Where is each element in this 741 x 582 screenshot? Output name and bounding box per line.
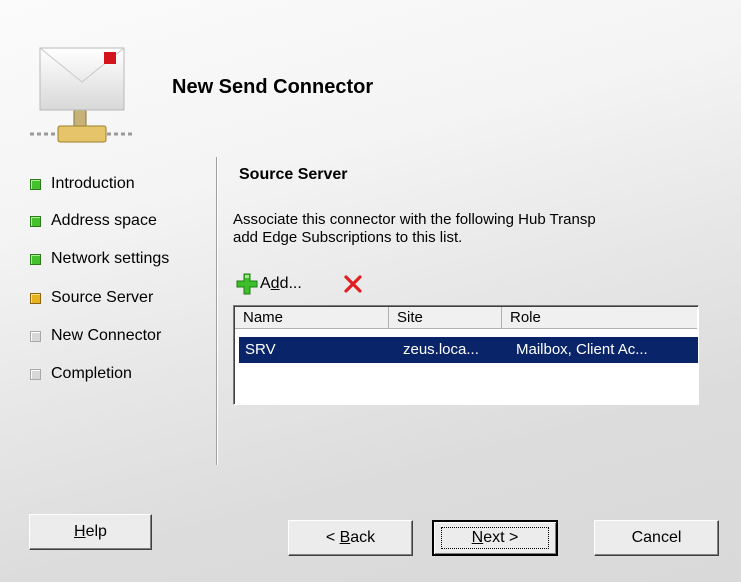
focus-rectangle	[441, 527, 549, 549]
send-connector-icon	[30, 47, 134, 143]
back-button-label: < Back	[325, 529, 376, 546]
red-x-icon	[344, 275, 362, 293]
step-introduction: Introduction	[30, 173, 135, 195]
section-title: Source Server	[239, 166, 348, 183]
description-line: add Edge Subscriptions to this list.	[233, 229, 463, 246]
step-label: Completion	[51, 365, 132, 382]
cancel-button-label: Cancel	[631, 529, 682, 546]
section-description: Associate this connector with the follow…	[233, 211, 703, 247]
hub-transport-servers-list[interactable]: Name Site Role SRV zeus.loca... Mailbox,…	[233, 305, 699, 405]
remove-button[interactable]	[343, 273, 363, 295]
description-line: Associate this connector with the follow…	[233, 211, 596, 228]
column-header-name[interactable]: Name	[235, 307, 389, 329]
step-done-icon	[30, 253, 41, 265]
cell-role: Mailbox, Client Ac...	[516, 341, 648, 358]
plus-icon	[236, 273, 258, 295]
wizard-title: New Send Connector	[172, 76, 374, 98]
add-button[interactable]: Add...	[236, 273, 302, 295]
step-label: Network settings	[51, 250, 170, 267]
step-network-settings: Network settings	[30, 248, 169, 270]
column-header-role[interactable]: Role	[502, 307, 697, 329]
cell-site: zeus.loca...	[403, 341, 479, 358]
step-new-connector: New Connector	[30, 325, 161, 347]
step-completion: Completion	[30, 363, 132, 385]
step-pending-icon	[30, 368, 41, 380]
step-source-server: Source Server	[30, 287, 153, 309]
add-button-label: Add...	[260, 275, 302, 292]
send-connector-wizard: New Send Connector Introduction Address …	[0, 0, 741, 582]
steps-divider	[216, 157, 218, 465]
column-header-site[interactable]: Site	[389, 307, 502, 329]
step-label: Introduction	[51, 175, 135, 192]
help-button-label: Help	[74, 523, 107, 540]
next-button[interactable]: Next >	[432, 520, 558, 556]
step-label: Address space	[51, 212, 157, 229]
cell-name: SRV	[245, 341, 276, 358]
cancel-button[interactable]: Cancel	[594, 520, 719, 556]
step-done-icon	[30, 178, 41, 190]
step-address-space: Address space	[30, 210, 157, 232]
step-done-icon	[30, 215, 41, 227]
step-label: New Connector	[51, 327, 162, 344]
step-label: Source Server	[51, 289, 154, 306]
help-button[interactable]: Help	[29, 514, 152, 550]
back-button[interactable]: < Back	[288, 520, 413, 556]
step-current-icon	[30, 292, 41, 304]
table-row[interactable]: SRV zeus.loca... Mailbox, Client Ac...	[239, 337, 698, 363]
step-pending-icon	[30, 330, 41, 342]
